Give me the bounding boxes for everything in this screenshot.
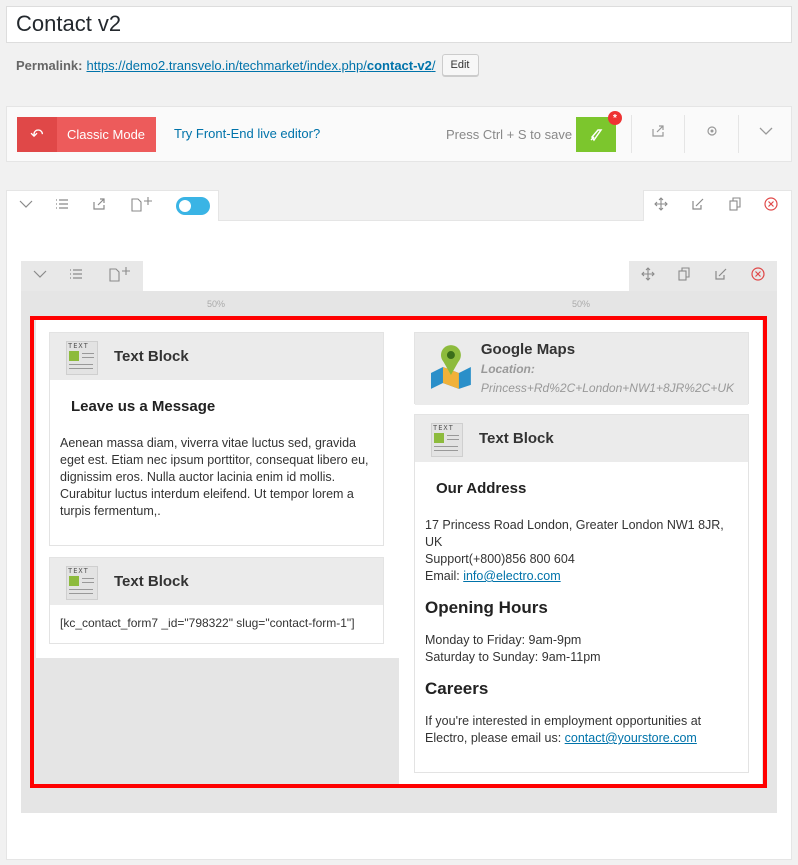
collapse-chevron-icon[interactable]	[17, 197, 35, 215]
right-column-width: 50%	[572, 299, 591, 309]
permalink-edit-button[interactable]: Edit	[441, 54, 479, 76]
move-icon[interactable]	[639, 267, 657, 285]
back-arrow-icon: ↶	[17, 117, 57, 152]
editor-toolbar: ↶ Classic Mode Try Front-End live editor…	[6, 106, 792, 162]
chevron-down-icon[interactable]	[756, 124, 776, 144]
inner-row-actions	[629, 261, 777, 291]
save-button[interactable]: *	[576, 111, 622, 152]
gear-icon[interactable]	[702, 124, 722, 144]
list-icon[interactable]	[67, 267, 85, 285]
post-title-input[interactable]: Contact v2	[6, 6, 792, 43]
row-toolbar	[6, 190, 792, 222]
row-visibility-toggle[interactable]	[176, 197, 210, 215]
edit-icon[interactable]	[689, 197, 707, 215]
share-icon[interactable]	[648, 124, 668, 144]
permalink-label: Permalink:	[16, 57, 83, 73]
collapse-chevron-icon[interactable]	[31, 267, 49, 285]
move-icon[interactable]	[652, 197, 670, 215]
classic-mode-button[interactable]: ↶ Classic Mode	[17, 117, 156, 152]
copy-icon[interactable]	[675, 267, 693, 285]
unsaved-badge: *	[608, 111, 622, 125]
left-column-width: 50%	[207, 299, 226, 309]
add-element-icon[interactable]	[107, 267, 133, 285]
inner-row-toolbar	[21, 261, 143, 291]
save-hint: Press Ctrl + S to save	[446, 127, 573, 142]
list-icon[interactable]	[53, 197, 71, 215]
selection-highlight	[30, 316, 767, 788]
frontend-editor-link[interactable]: Try Front-End live editor?	[174, 126, 320, 141]
permalink-url[interactable]: https://demo2.transvelo.in/techmarket/in…	[86, 58, 435, 73]
delete-icon[interactable]	[762, 197, 780, 215]
copy-icon[interactable]	[726, 197, 744, 215]
edit-icon[interactable]	[712, 267, 730, 285]
add-element-icon[interactable]	[129, 197, 155, 215]
rocket-icon	[590, 128, 603, 141]
delete-icon[interactable]	[749, 267, 767, 285]
permalink-row: Permalink: https://demo2.transvelo.in/te…	[16, 54, 479, 76]
share-icon[interactable]	[90, 197, 108, 215]
